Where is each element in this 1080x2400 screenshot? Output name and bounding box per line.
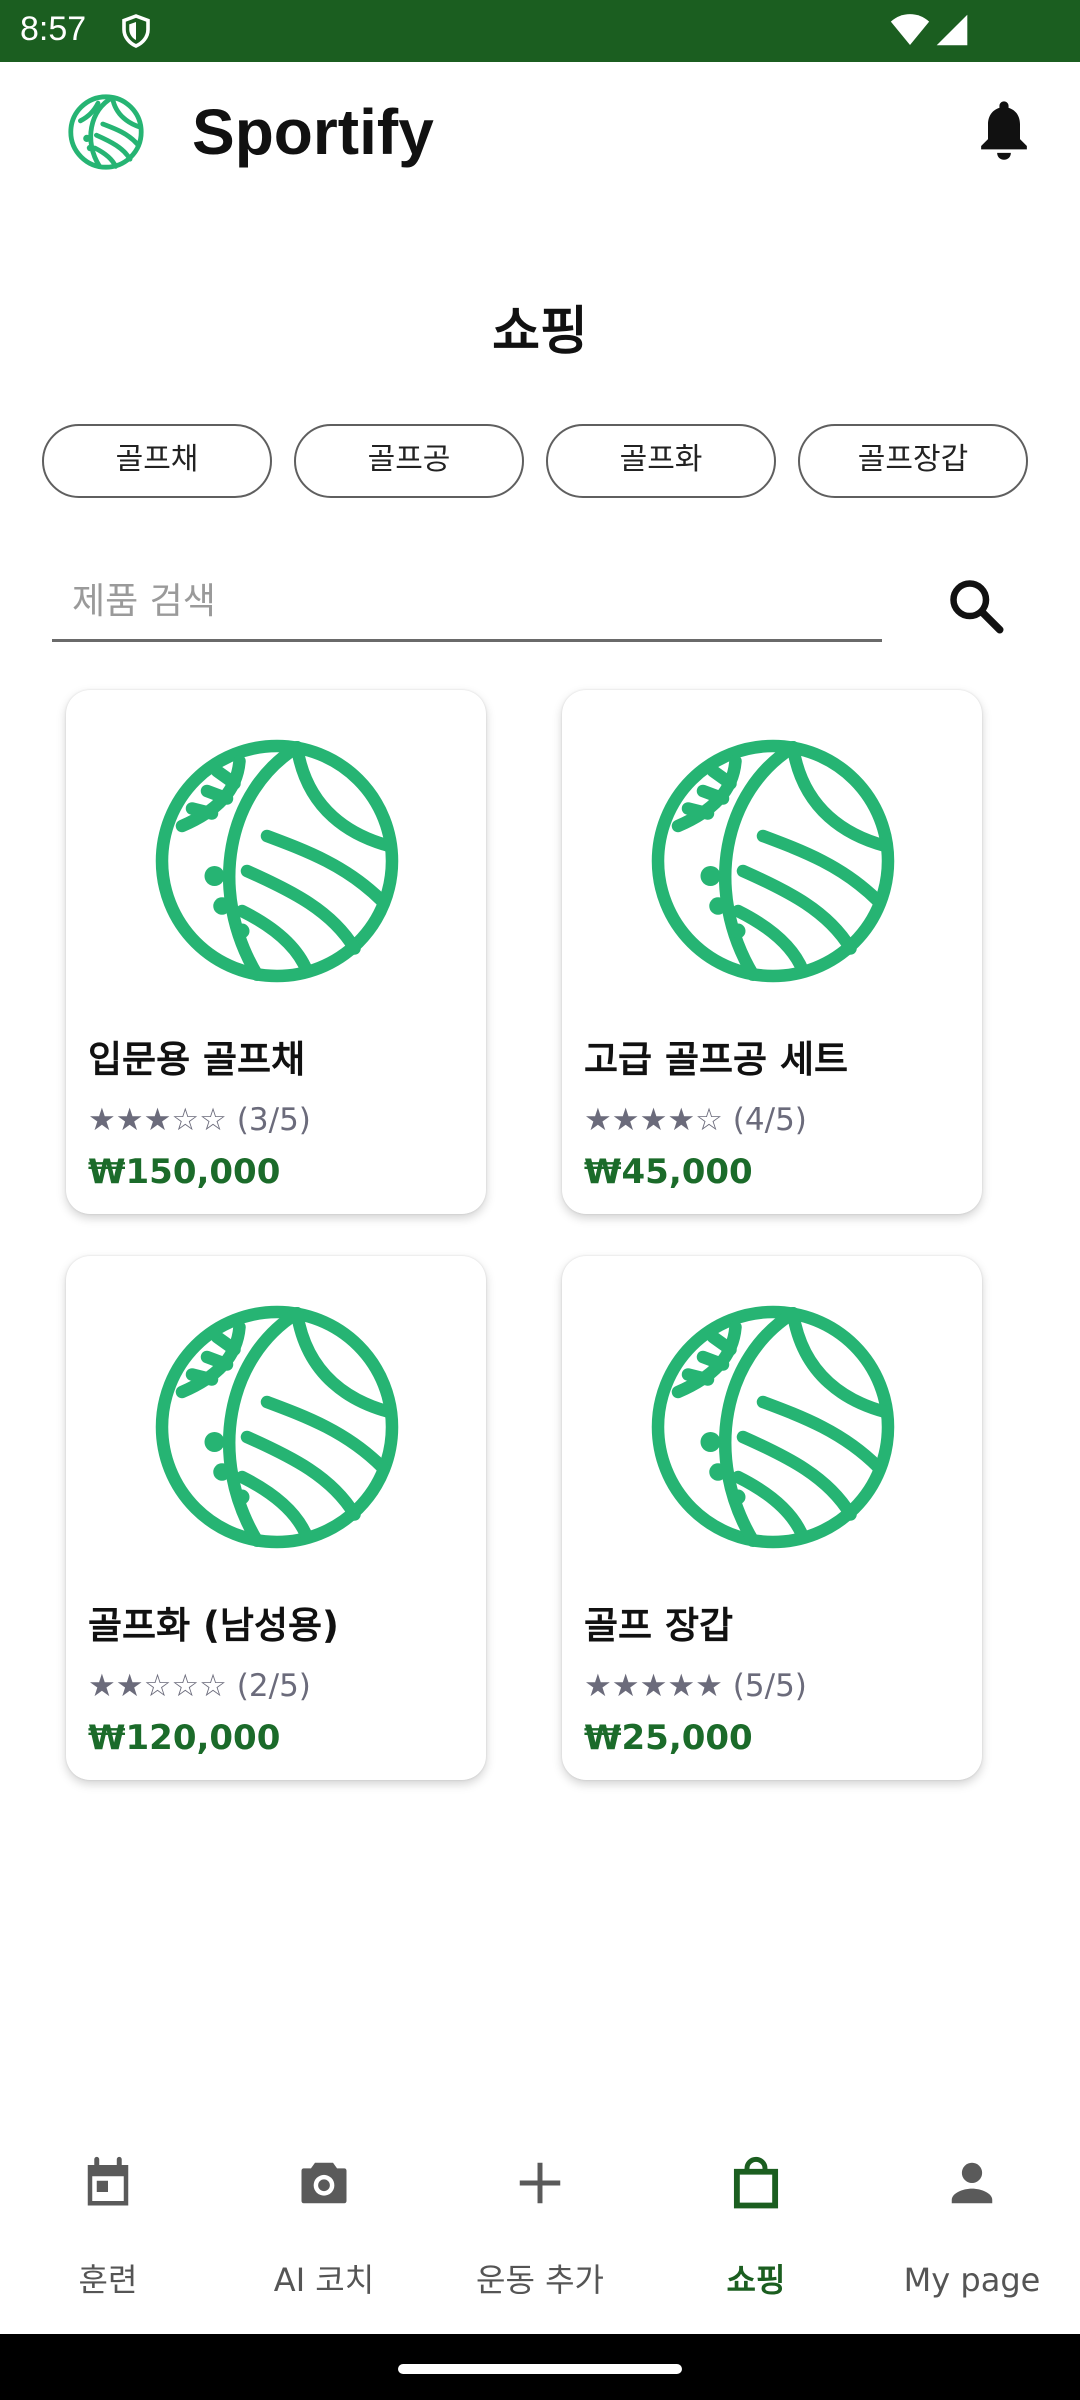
product-rating: ★★★★★ (5/5) bbox=[584, 1668, 807, 1704]
chip-golf-ball[interactable]: 골프공 bbox=[294, 424, 524, 498]
product-name: 입문용 골프채 bbox=[88, 1038, 306, 1081]
search-field bbox=[52, 566, 882, 642]
product-card[interactable]: 골프 장갑 ★★★★★ (5/5) ₩25,000 bbox=[562, 1256, 982, 1780]
search-icon[interactable] bbox=[946, 576, 1006, 636]
page-title: 쇼핑 bbox=[492, 302, 588, 362]
product-price: ₩150,000 bbox=[88, 1152, 281, 1192]
plus-icon bbox=[519, 2162, 561, 2204]
nav-label: 운동 추가 bbox=[476, 2261, 604, 2299]
app-title: Sportify bbox=[192, 96, 434, 168]
product-name: 골프화 (남성용) bbox=[88, 1604, 339, 1647]
product-rating: ★★☆☆☆ (2/5) bbox=[88, 1668, 311, 1704]
category-chips: 골프채 골프공 골프화 골프장갑 bbox=[42, 424, 1080, 498]
product-price: ₩120,000 bbox=[88, 1718, 281, 1758]
shopping-bag-icon bbox=[733, 2156, 779, 2209]
shield-icon bbox=[122, 14, 150, 48]
nav-item-shopping[interactable]: 쇼핑 bbox=[648, 2130, 864, 2334]
wifi-icon bbox=[890, 14, 930, 45]
nav-label: My page bbox=[903, 2261, 1041, 2299]
gesture-handle[interactable] bbox=[398, 2364, 682, 2374]
nav-label: AI 코치 bbox=[273, 2261, 375, 2299]
status-bar: 8:57 bbox=[0, 0, 1080, 62]
chip-golf-club[interactable]: 골프채 bbox=[42, 424, 272, 498]
sports-ball-icon bbox=[651, 739, 895, 983]
status-time: 8:57 bbox=[20, 10, 87, 48]
product-name: 고급 골프공 세트 bbox=[584, 1038, 849, 1081]
product-price: ₩45,000 bbox=[584, 1152, 753, 1192]
product-price: ₩25,000 bbox=[584, 1718, 753, 1758]
product-card[interactable]: 입문용 골프채 ★★★☆☆ (3/5) ₩150,000 bbox=[66, 690, 486, 1214]
sports-ball-icon bbox=[155, 1305, 399, 1549]
product-rating: ★★★☆☆ (3/5) bbox=[88, 1102, 311, 1138]
camera-icon bbox=[301, 2162, 347, 2204]
chip-golf-shoes[interactable]: 골프화 bbox=[546, 424, 776, 498]
product-card[interactable]: 골프화 (남성용) ★★☆☆☆ (2/5) ₩120,000 bbox=[66, 1256, 486, 1780]
bottom-navigation: 훈련 AI 코치 운동 추가 쇼핑 My page bbox=[0, 2130, 1080, 2334]
nav-item-ai-coach[interactable]: AI 코치 bbox=[216, 2130, 432, 2334]
nav-item-my-page[interactable]: My page bbox=[864, 2130, 1080, 2334]
nav-label: 훈련 bbox=[78, 2261, 138, 2299]
nav-label: 쇼핑 bbox=[726, 2261, 786, 2299]
search-input[interactable] bbox=[52, 566, 882, 636]
calendar-icon bbox=[87, 2156, 129, 2206]
signal-icon bbox=[936, 14, 968, 46]
sports-ball-icon bbox=[651, 1305, 895, 1549]
person-icon bbox=[951, 2162, 993, 2204]
notification-bell-icon[interactable] bbox=[976, 98, 1032, 162]
product-name: 골프 장갑 bbox=[584, 1604, 734, 1647]
product-card[interactable]: 고급 골프공 세트 ★★★★☆ (4/5) ₩45,000 bbox=[562, 690, 982, 1214]
nav-item-training[interactable]: 훈련 bbox=[0, 2130, 216, 2334]
chip-golf-gloves[interactable]: 골프장갑 bbox=[798, 424, 1028, 498]
product-rating: ★★★★☆ (4/5) bbox=[584, 1102, 807, 1138]
sports-ball-icon bbox=[155, 739, 399, 983]
nav-item-add-workout[interactable]: 운동 추가 bbox=[432, 2130, 648, 2334]
app-logo-icon bbox=[68, 94, 144, 170]
